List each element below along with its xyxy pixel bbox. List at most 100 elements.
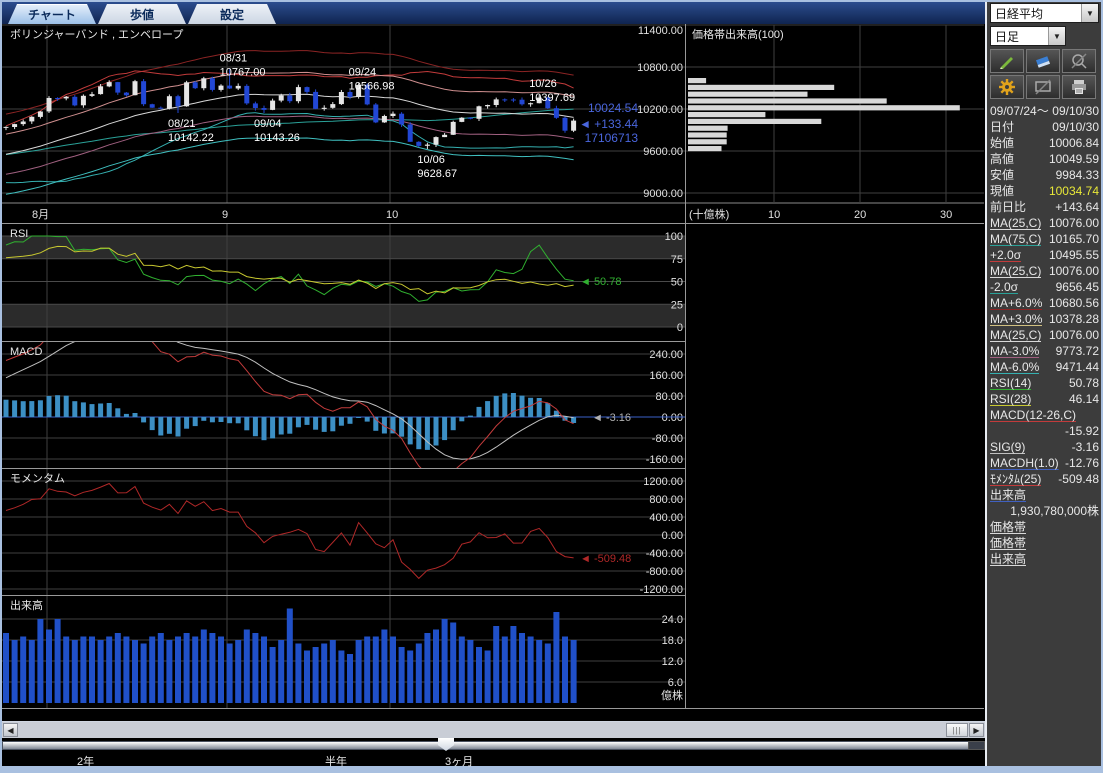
sidebar-row: MA+6.0%10680.56 — [990, 295, 1099, 311]
tab-0[interactable]: チャート — [8, 4, 96, 24]
zoom-disabled-button[interactable] — [1062, 49, 1096, 73]
svg-text:80.00: 80.00 — [655, 391, 683, 403]
sidebar-row: RSI(14)50.78 — [990, 375, 1099, 391]
svg-text:8月: 8月 — [32, 209, 49, 221]
horizontal-scrollbar[interactable]: ◀ ||| ▶ — [2, 722, 985, 738]
symbol-select[interactable]: 日経平均 ▼ — [990, 3, 1099, 23]
svg-text:400.00: 400.00 — [649, 512, 683, 524]
scroll-right-button[interactable]: ▶ — [969, 723, 984, 737]
period-select[interactable]: 日足 ▼ — [990, 26, 1066, 46]
svg-text:-800.00: -800.00 — [646, 566, 683, 578]
sidebar-link[interactable]: 価格帯 — [990, 519, 1099, 535]
svg-text:10200.00: 10200.00 — [637, 104, 683, 116]
svg-text:-160.00: -160.00 — [646, 454, 683, 466]
chart-area: 11400.0010800.0010200.009600.009000.008月… — [2, 24, 985, 766]
svg-text:9: 9 — [222, 209, 228, 221]
svg-text:10767.00: 10767.00 — [220, 66, 266, 78]
svg-text:1200.00: 1200.00 — [643, 476, 683, 488]
zoom-disabled-icon — [1069, 51, 1089, 71]
panel-rsi[interactable]: 1007550250◄ 50.78RSI — [2, 224, 985, 342]
sidebar-row: MA(75,C)10165.70 — [990, 231, 1099, 247]
chevron-down-icon[interactable]: ▼ — [1048, 27, 1065, 45]
range-label[interactable]: 半年 — [325, 753, 347, 769]
sidebar-row: +2.0σ10495.55 — [990, 247, 1099, 263]
panel-price-chart[interactable]: 11400.0010800.0010200.009600.009000.008月… — [2, 24, 985, 224]
scrollbar-thumb[interactable]: ||| — [946, 723, 968, 737]
svg-text:10800.00: 10800.00 — [637, 62, 683, 74]
gear-icon — [997, 77, 1017, 97]
sidebar: 日経平均 ▼ 日足 ▼ 09/ — [985, 2, 1101, 766]
svg-text:12.0: 12.0 — [662, 656, 683, 668]
svg-text:800.00: 800.00 — [649, 494, 683, 506]
svg-text:◄ +133.44: ◄ +133.44 — [579, 117, 638, 131]
svg-text:6.0: 6.0 — [668, 677, 683, 689]
svg-text:価格帯出来高(100): 価格帯出来高(100) — [692, 27, 784, 41]
print-button[interactable] — [1062, 75, 1096, 99]
panel-macd[interactable]: 240.00160.0080.000.00-80.00-160.00◄ -3.1… — [2, 342, 985, 469]
scroll-left-button[interactable]: ◀ — [3, 723, 18, 737]
sidebar-row: -2.0σ9656.45 — [990, 279, 1099, 295]
sidebar-row: MACDH(1.0)-12.76 — [990, 455, 1099, 471]
svg-text:RSI: RSI — [10, 228, 28, 240]
sidebar-row: 日付09/10/30 — [990, 119, 1099, 135]
range-label[interactable]: 2年 — [77, 753, 94, 769]
sidebar-values: 09/07/24～09/10/30日付09/10/30始値10006.84高値1… — [990, 103, 1099, 567]
svg-text:17106713: 17106713 — [585, 131, 639, 145]
panel-momentum[interactable]: 1200.00800.00400.000.00-400.00-800.00-12… — [2, 469, 985, 596]
chart-bottom-strip — [2, 709, 985, 722]
screen-disabled-button[interactable] — [1026, 75, 1060, 99]
svg-text:08/31: 08/31 — [220, 52, 248, 64]
range-slider-cap — [968, 741, 985, 750]
svg-text:◄ 50.78: ◄ 50.78 — [580, 276, 621, 288]
range-label[interactable]: 3ヶ月 — [445, 753, 473, 769]
symbol-select-value: 日経平均 — [991, 5, 1081, 22]
sidebar-row: MACD(12-26,C) — [990, 407, 1099, 423]
tab-2[interactable]: 設定 — [188, 4, 276, 24]
svg-text:100: 100 — [665, 231, 683, 243]
sidebar-row: 始値10006.84 — [990, 135, 1099, 151]
svg-text:0.00: 0.00 — [662, 412, 683, 424]
tab-bar: チャート歩値設定 — [2, 2, 985, 24]
svg-text:10397.69: 10397.69 — [529, 92, 575, 104]
svg-text:-400.00: -400.00 — [646, 548, 683, 560]
svg-text:10024.54: 10024.54 — [588, 101, 638, 115]
chart-window: チャート歩値設定 ▶▶ 日経平均 ▼ 日足 ▼ — [0, 0, 1103, 773]
chevron-down-icon[interactable]: ▼ — [1081, 4, 1098, 22]
pencil-icon — [997, 51, 1017, 71]
eraser-button[interactable] — [1026, 49, 1060, 73]
svg-text:◄ -3.16: ◄ -3.16 — [592, 412, 631, 424]
sidebar-row: MA+3.0%10378.28 — [990, 311, 1099, 327]
period-select-value: 日足 — [991, 28, 1048, 45]
svg-text:◄ -509.48: ◄ -509.48 — [580, 553, 631, 565]
range-slider-track[interactable] — [2, 741, 977, 750]
svg-text:モメンタム: モメンタム — [10, 472, 65, 485]
svg-text:10143.26: 10143.26 — [254, 132, 300, 144]
svg-text:30: 30 — [940, 209, 952, 221]
settings-button[interactable] — [990, 75, 1024, 99]
panel-volume[interactable]: 24.018.012.06.0億株出来高 — [2, 596, 985, 709]
range-slider[interactable] — [2, 738, 985, 752]
svg-text:9000.00: 9000.00 — [643, 188, 683, 200]
svg-text:08/21: 08/21 — [168, 118, 196, 130]
svg-text:-1200.00: -1200.00 — [640, 584, 683, 596]
svg-text:MACD: MACD — [10, 346, 42, 358]
svg-text:10: 10 — [386, 209, 398, 221]
toolbar — [990, 49, 1099, 99]
tab-1[interactable]: 歩値 — [98, 4, 186, 24]
svg-text:ボリンジャーバンド , エンベロープ: ボリンジャーバンド , エンベロープ — [10, 28, 183, 41]
sidebar-link[interactable]: 出来高 — [990, 551, 1099, 567]
svg-text:240.00: 240.00 — [649, 349, 683, 361]
svg-text:50: 50 — [671, 277, 683, 289]
svg-text:20: 20 — [854, 209, 866, 221]
draw-line-button[interactable] — [990, 49, 1024, 73]
sidebar-link[interactable]: 価格帯 — [990, 535, 1099, 551]
eraser-icon — [1033, 51, 1053, 71]
sidebar-row: RSI(28)46.14 — [990, 391, 1099, 407]
svg-text:160.00: 160.00 — [649, 370, 683, 382]
sidebar-row: SIG(9)-3.16 — [990, 439, 1099, 455]
svg-text:10: 10 — [768, 209, 780, 221]
svg-text:出来高: 出来高 — [10, 598, 43, 612]
range-slider-labels: 2年 半年 3ヶ月 — [2, 752, 985, 766]
sidebar-row: MA(25,C)10076.00 — [990, 327, 1099, 343]
sidebar-row: 前日比+143.64 — [990, 199, 1099, 215]
